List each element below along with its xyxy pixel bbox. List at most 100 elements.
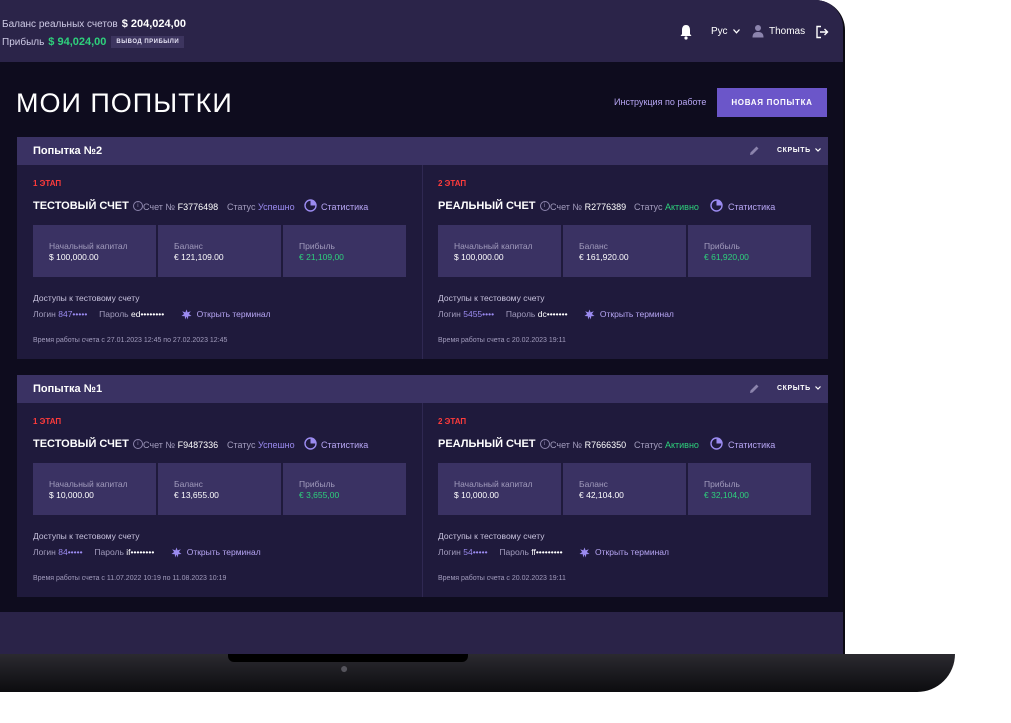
balance-box: Баланс € 42,104.00: [563, 463, 686, 515]
language-selector[interactable]: Рус: [711, 26, 741, 37]
start-capital-box: Начальный капитал $ 100,000.00: [33, 225, 156, 277]
account-number-label: Счет №: [143, 202, 176, 212]
password-value[interactable]: dc•••••••: [538, 309, 568, 319]
work-time: Время работы счета с 11.07.2022 10:19 по…: [33, 575, 227, 582]
profit-value: € 32,104,00: [704, 490, 749, 500]
stage-label: 2 ЭТАП: [438, 179, 467, 188]
account-number-value: F9487336: [177, 440, 219, 450]
login-label: Логин: [438, 309, 461, 319]
terminal-icon[interactable]: [171, 547, 182, 558]
balance-label: Баланс: [579, 241, 608, 251]
account-metrics: Начальный капитал $ 100,000.00 Баланс € …: [33, 225, 406, 277]
total-profit: Прибыль $ 94,024,00 вывод прибыли: [2, 36, 185, 49]
login-value[interactable]: 5455••••: [463, 309, 494, 319]
balance-label: Баланс: [174, 479, 203, 489]
access-title: Доступы к тестовому счету: [33, 531, 140, 541]
chevron-down-icon: [733, 28, 741, 34]
balance-box: Баланс € 161,920.00: [563, 225, 686, 277]
terminal-icon[interactable]: [181, 309, 192, 320]
account-status-label: Статус: [227, 202, 256, 212]
login-value[interactable]: 847•••••: [58, 309, 87, 319]
credentials: Логин 847••••• Пароль ed•••••••• Открыть…: [33, 309, 271, 320]
logout-icon[interactable]: [815, 25, 829, 39]
credentials: Логин 84••••• Пароль if•••••••• Открыть …: [33, 547, 261, 558]
balance-box: Баланс € 13,655.00: [158, 463, 281, 515]
hide-toggle[interactable]: скрыть: [777, 147, 822, 154]
account-status: Статус Успешно: [227, 202, 295, 212]
terminal-icon[interactable]: [584, 309, 595, 320]
attempt-name: Попытка №2: [33, 145, 103, 157]
attempt-header: Попытка №1 скрыть: [17, 375, 828, 403]
new-attempt-button[interactable]: НОВАЯ ПОПЫТКА: [717, 88, 827, 117]
account-status: Статус Активно: [634, 202, 699, 212]
statistics-link[interactable]: Статистика: [321, 202, 368, 212]
info-icon[interactable]: i: [539, 201, 550, 212]
profit-label: Прибыль: [299, 241, 335, 251]
profit-box: Прибыль € 21,109,00: [283, 225, 406, 277]
stage-panel: 2 ЭТАП РЕАЛЬНЫЙ СЧЕТ i Счет № R2776389 Ст…: [422, 165, 827, 359]
account-status-value: Успешно: [257, 202, 295, 212]
open-terminal-link[interactable]: Открыть терминал: [595, 547, 669, 557]
top-bar: Баланс реальных счетов $ 204,024,00 Прибы…: [0, 0, 843, 62]
terminal-icon[interactable]: [579, 547, 590, 558]
start-capital-box: Начальный капитал $ 10,000.00: [438, 463, 561, 515]
balance-value: € 13,655.00: [174, 490, 219, 500]
account-status-label: Статус: [634, 440, 663, 450]
attempt-header: Попытка №2 скрыть: [17, 137, 828, 165]
account-number-label: Счет №: [550, 440, 583, 450]
credentials: Логин 54••••• Пароль ff••••••••• Открыть…: [438, 547, 669, 558]
statistics-link[interactable]: Статистика: [321, 440, 368, 450]
account-type-label: РЕАЛЬНЫЙ СЧЕТ: [438, 438, 536, 450]
account-type-label: ТЕСТОВЫЙ СЧЕТ: [33, 200, 129, 212]
password-label: Пароль: [499, 547, 529, 557]
account-type-label: ТЕСТОВЫЙ СЧЕТ: [33, 438, 129, 450]
profit-label: Прибыль: [704, 241, 740, 251]
login-label: Логин: [438, 547, 461, 557]
pencil-icon[interactable]: [749, 383, 760, 394]
account-type: ТЕСТОВЫЙ СЧЕТ i: [33, 438, 143, 450]
start-capital-value: $ 100,000.00: [454, 252, 504, 262]
balance-box: Баланс € 121,109.00: [158, 225, 281, 277]
password-value[interactable]: if••••••••: [126, 547, 154, 557]
total-profit-value: $ 94,024,00: [48, 36, 107, 48]
pie-chart-icon: [304, 437, 317, 450]
work-time: Время работы счета с 27.01.2023 12:45 по…: [33, 337, 228, 344]
username[interactable]: Thomas: [769, 26, 805, 37]
real-balance-value: $ 204,024,00: [121, 18, 186, 30]
attempt-card: Попытка №2 скрыть 1 ЭТАП ТЕСТОВЫЙ СЧЕТ i …: [17, 137, 828, 359]
main-content: МОИ ПОПЫТКИ Инструкция по работе НОВАЯ П…: [0, 62, 843, 612]
login-label: Логин: [33, 547, 56, 557]
login-value[interactable]: 54•••••: [463, 547, 487, 557]
bell-icon[interactable]: [679, 24, 693, 40]
account-metrics: Начальный капитал $ 100,000.00 Баланс € …: [438, 225, 811, 277]
profit-value: € 61,920,00: [704, 252, 749, 262]
balance-value: € 121,109.00: [174, 252, 224, 262]
info-icon[interactable]: i: [132, 439, 143, 450]
open-terminal-link[interactable]: Открыть терминал: [197, 309, 271, 319]
info-icon[interactable]: i: [539, 439, 550, 450]
statistics-link[interactable]: Статистика: [728, 440, 775, 450]
open-terminal-link[interactable]: Открыть терминал: [600, 309, 674, 319]
password-label: Пароль: [99, 309, 129, 319]
instructions-link[interactable]: Инструкция по работе: [614, 97, 706, 107]
password-value[interactable]: ed••••••••: [131, 309, 164, 319]
pie-chart-icon: [710, 437, 723, 450]
account-number: Счет № F3776498: [143, 202, 218, 212]
account-number-label: Счет №: [550, 202, 583, 212]
language-label: Рус: [711, 26, 728, 37]
laptop-base: [0, 654, 955, 692]
account-number-value: R7666350: [584, 440, 627, 450]
hide-label: скрыть: [777, 385, 811, 392]
withdraw-profit-button[interactable]: вывод прибыли: [111, 36, 185, 49]
profit-label: Прибыль: [704, 479, 740, 489]
open-terminal-link[interactable]: Открыть терминал: [187, 547, 261, 557]
hide-toggle[interactable]: скрыть: [777, 385, 822, 392]
password-value[interactable]: ff•••••••••: [531, 547, 562, 557]
info-icon[interactable]: i: [132, 201, 143, 212]
login-value[interactable]: 84•••••: [58, 547, 82, 557]
account-status: Статус Активно: [634, 440, 699, 450]
pencil-icon[interactable]: [749, 145, 760, 156]
statistics-link[interactable]: Статистика: [728, 202, 775, 212]
profit-box: Прибыль € 61,920,00: [688, 225, 811, 277]
account-status-label: Статус: [634, 202, 663, 212]
